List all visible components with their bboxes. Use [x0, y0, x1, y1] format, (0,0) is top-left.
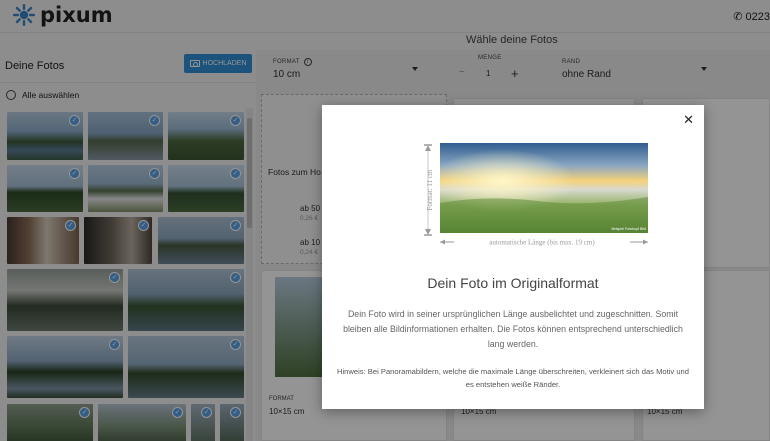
dialog-title: Dein Foto im Originalformat [427, 275, 599, 291]
horizontal-dimension-label: automatische Länge (bis max. 19 cm) [489, 239, 595, 247]
vertical-dimension-label: Format: 11 cm [426, 169, 434, 211]
original-format-illustration: Format: 11 cm Beispiel Fotokopf Bild aut… [424, 143, 648, 247]
dialog-hint: Hinweis: Bei Panoramabildern, welche die… [336, 367, 690, 389]
close-icon[interactable]: ✕ [683, 113, 694, 126]
dialog-description: Dein Foto wird in seiner ursprünglichen … [343, 309, 683, 349]
photo-caption: Beispiel Fotokopf Bild [611, 227, 646, 231]
original-format-dialog: ✕ Format: 11 cm Beispiel Fotokopf Bild a… [322, 105, 704, 409]
